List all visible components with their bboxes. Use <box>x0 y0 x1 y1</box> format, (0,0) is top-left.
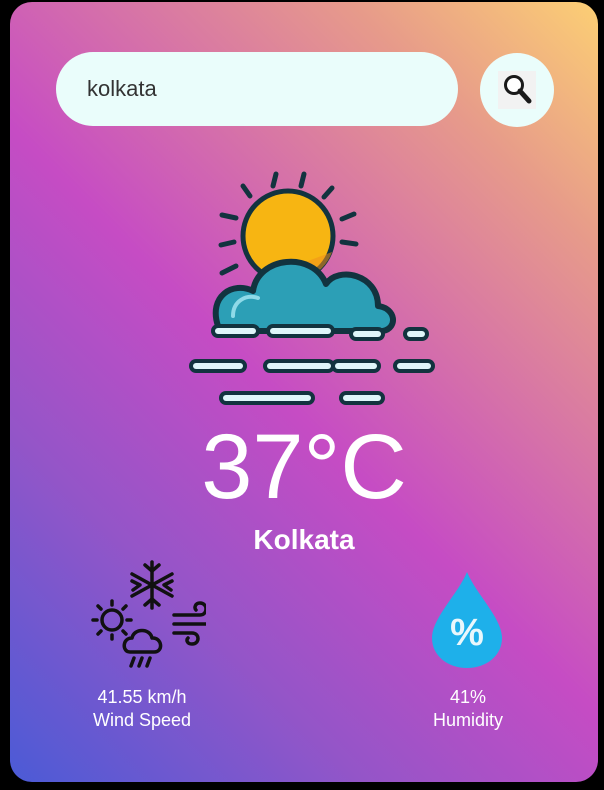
search-button[interactable] <box>480 53 554 127</box>
sun-cloud-mist-icon <box>189 171 435 405</box>
humidity-value: 41% <box>449 687 487 707</box>
temperature-value: 37°C <box>201 416 407 518</box>
wind-speed-detail: 41.55 km/h Wind Speed <box>62 686 222 732</box>
city-name: Kolkata <box>253 524 355 555</box>
search-input[interactable] <box>56 52 458 126</box>
wind-speed-value: 41.55 km/h <box>97 687 187 707</box>
weather-card: 37°C Kolkata <box>10 2 598 782</box>
humidity-detail: 41% Humidity <box>388 686 548 732</box>
wind-speed-label: Wind Speed <box>92 710 192 730</box>
humidity-label: Humidity <box>432 710 503 730</box>
mixed-weather-wind-icon <box>91 560 206 668</box>
magnifier-icon <box>498 71 536 109</box>
humidity-drop-icon: % <box>432 572 502 668</box>
svg-text:%: % <box>450 612 484 654</box>
